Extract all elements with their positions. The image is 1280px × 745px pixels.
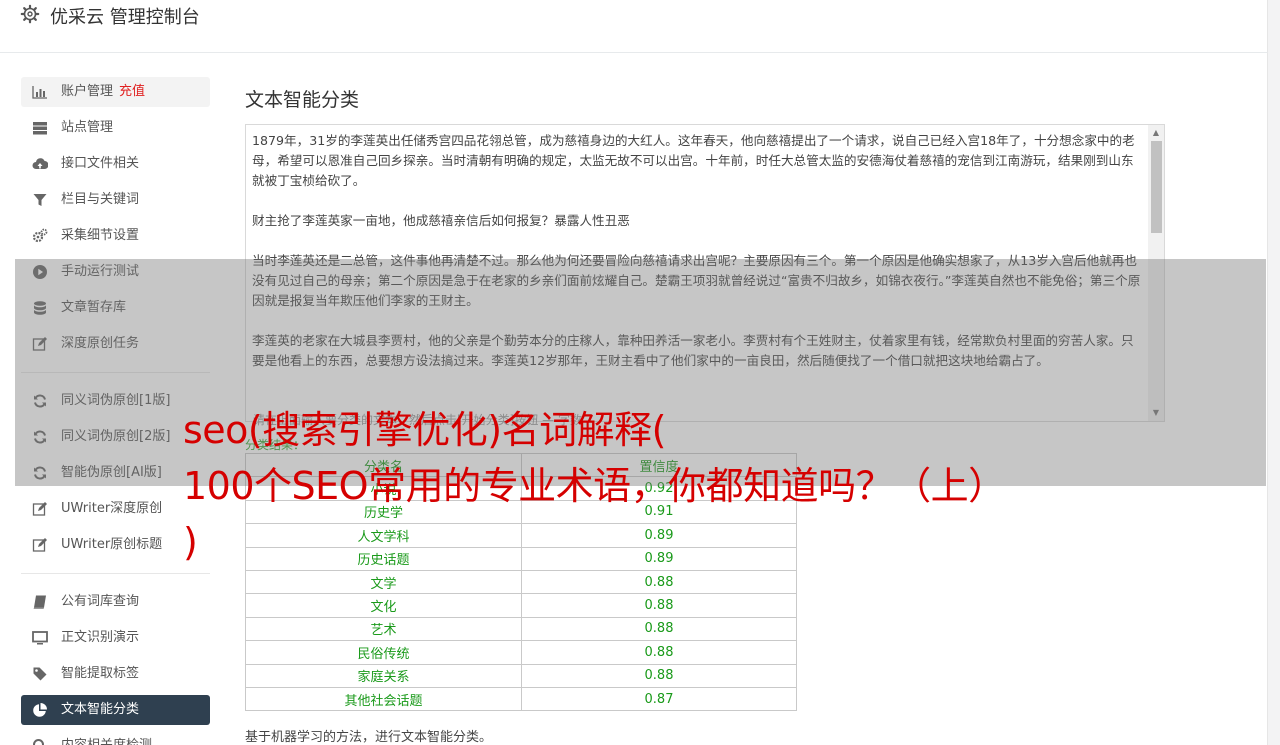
sidebar-item-label: 栏目与关键词 [61, 192, 140, 207]
sidebar-item-columns-keywords[interactable]: 栏目与关键词 [21, 185, 210, 215]
gears-icon [32, 228, 48, 243]
monitor-icon [32, 631, 48, 645]
scroll-up-icon[interactable]: ▲ [1148, 126, 1164, 140]
scrollbar-thumb[interactable] [1151, 141, 1162, 233]
sidebar-item-text-recognition[interactable]: 正文识别演示 [21, 623, 210, 653]
pie-chart-icon [33, 703, 47, 717]
sidebar-item-label: 智能提取标签 [61, 666, 140, 681]
text-paragraph: 1879年，31岁的李莲英出任储秀宫四品花翎总管，成为慈禧身边的大红人。这年春天… [252, 133, 1135, 188]
sidebar-divider [21, 573, 210, 574]
text-paragraph: 财主抢了李莲英家一亩地，他成慈禧亲信后如何报复？暴露人性丑恶 [252, 213, 630, 228]
edit-icon [32, 538, 47, 552]
gear-icon [20, 4, 40, 24]
confidence-cell: 0.88 [521, 569, 797, 595]
cloud-upload-icon [32, 158, 48, 170]
sidebar-item-relevance-check[interactable]: 内容相关度检测 [21, 731, 210, 745]
sidebar-item-text-classify[interactable]: 文本智能分类 [21, 695, 210, 725]
sidebar-item-uwriter-deep[interactable]: UWriter深度原创 [21, 494, 210, 524]
category-cell: 其他社会话题 [245, 686, 522, 712]
overlay-headline: seo(搜索引擎优化)名词解释( 100个SEO常用的专业术语，你都知道吗？（上… [183, 402, 1123, 570]
search-icon [33, 739, 44, 745]
confidence-cell: 0.88 [521, 593, 797, 618]
table-row: 艺术 0.88 [245, 616, 797, 642]
overlay-line: 100个SEO常用的专业术语，你都知道吗？（上） [183, 464, 1006, 508]
sidebar-item-smart-tags[interactable]: 智能提取标签 [21, 659, 210, 689]
category-cell: 文化 [245, 593, 522, 618]
filter-icon [33, 194, 47, 206]
app-title: 优采云 管理控制台 [50, 7, 200, 28]
category-cell: 家庭关系 [245, 663, 522, 688]
edit-icon [32, 502, 47, 516]
category-cell: 艺术 [245, 616, 522, 642]
sidebar-item-label: 账户管理 [61, 84, 114, 99]
table-row: 文学 0.88 [245, 569, 797, 595]
sidebar-item-public-lexicon[interactable]: 公有词库查询 [21, 587, 210, 617]
table-row: 民俗传统 0.88 [245, 640, 797, 665]
overlay-line: ) [183, 520, 198, 564]
recharge-link[interactable]: 充值 [119, 84, 145, 99]
table-row: 其他社会话题 0.87 [245, 686, 797, 712]
sidebar-item-label: 文本智能分类 [61, 702, 140, 717]
sidebar-item-label: 内容相关度检测 [61, 731, 152, 745]
tag-icon [33, 667, 47, 681]
sidebar-item-label: UWriter原创标题 [61, 537, 163, 552]
sidebar-item-label: 公有词库查询 [61, 594, 140, 609]
overlay-line: seo(搜索引擎优化)名词解释( [183, 408, 666, 452]
confidence-cell: 0.88 [521, 640, 797, 665]
sidebar-item-interface-files[interactable]: 接口文件相关 [21, 149, 210, 179]
book-icon [33, 595, 46, 609]
sidebar-item-label: 接口文件相关 [61, 156, 140, 171]
table-row: 家庭关系 0.88 [245, 663, 797, 688]
category-cell: 文学 [245, 569, 522, 595]
category-cell: 民俗传统 [245, 640, 522, 665]
bar-chart-icon [32, 86, 47, 99]
app-header: 优采云 管理控制台 [0, 0, 1268, 53]
sidebar-item-label: 正文识别演示 [61, 630, 140, 645]
sidebar-item-sites[interactable]: 站点管理 [21, 113, 210, 143]
sidebar-item-label: 采集细节设置 [61, 228, 140, 243]
sidebar-item-uwriter-title[interactable]: UWriter原创标题 [21, 530, 210, 560]
sidebar-item-label: 站点管理 [61, 120, 114, 135]
confidence-cell: 0.87 [521, 686, 797, 712]
method-note: 基于机器学习的方法，进行文本智能分类。 [245, 730, 493, 745]
sidebar-item-label: UWriter深度原创 [61, 501, 163, 516]
server-icon [33, 122, 47, 135]
confidence-cell: 0.88 [521, 616, 797, 642]
page-title: 文本智能分类 [245, 89, 360, 111]
confidence-cell: 0.88 [521, 663, 797, 688]
sidebar-item-account[interactable]: 账户管理 充值 [21, 77, 210, 107]
table-row: 文化 0.88 [245, 593, 797, 618]
sidebar-item-collect-settings[interactable]: 采集细节设置 [21, 221, 210, 251]
